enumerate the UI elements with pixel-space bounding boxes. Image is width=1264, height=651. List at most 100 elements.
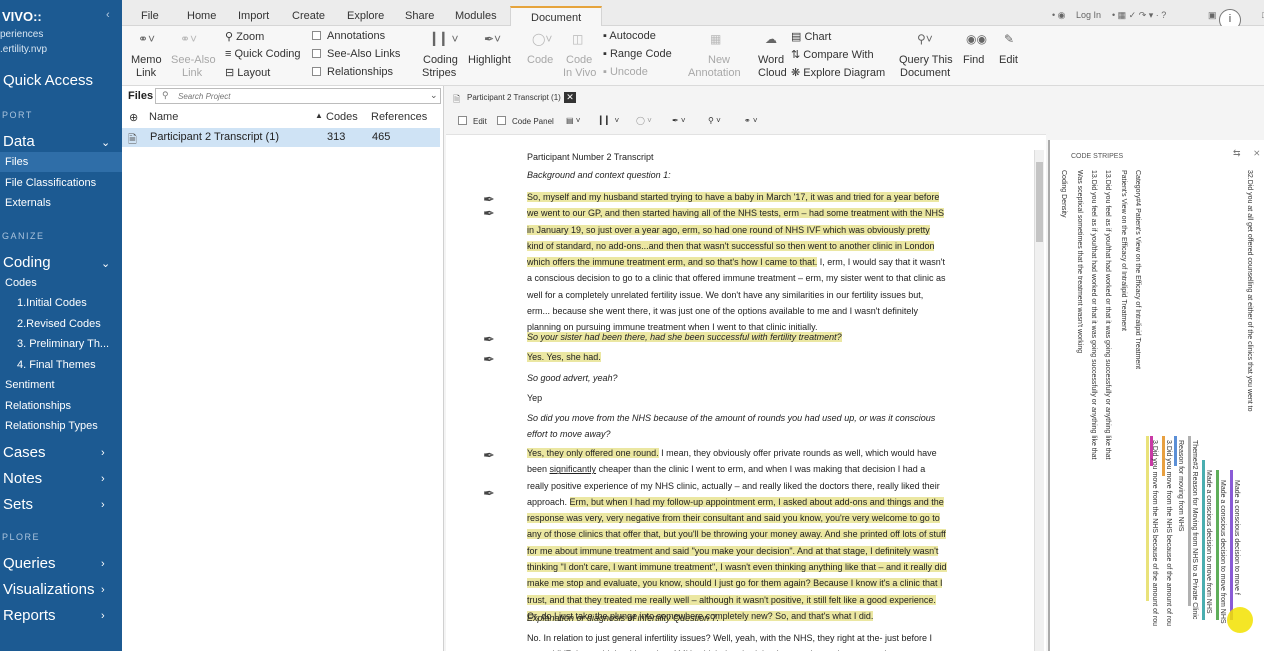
find-button[interactable]: Find — [963, 54, 984, 66]
search-box[interactable]: ⚲ ⌄ — [155, 88, 441, 104]
close-icon[interactable]: ✕ — [564, 92, 576, 103]
chart-button[interactable]: ▤ Chart — [791, 30, 831, 43]
see-also-link-icon[interactable]: ⚭˅ — [180, 32, 197, 46]
word-cloud-button-line2[interactable]: Cloud — [758, 67, 787, 79]
document-view[interactable]: Participant Number 2 Transcript Backgrou… — [446, 134, 1046, 651]
column-references[interactable]: References — [371, 111, 427, 123]
nav-relationship-types[interactable]: Relationship Types — [5, 420, 98, 432]
chevron-right-icon[interactable]: › — [101, 499, 105, 511]
scrollbar-thumb[interactable] — [1036, 162, 1043, 242]
chevron-down-icon[interactable]: ⌄ — [101, 136, 110, 149]
code-stripe-label[interactable]: 3.Did you move from the NHS because of t… — [1151, 440, 1158, 626]
collapse-sidebar-icon[interactable]: ‹ — [106, 9, 110, 21]
new-annotation-icon[interactable]: ▦ — [710, 32, 721, 46]
code-in-vivo-button-line2[interactable]: In Vivo — [563, 67, 596, 79]
nav-sentiment[interactable]: Sentiment — [5, 379, 55, 391]
code-icon[interactable]: ◯˅ — [532, 32, 552, 46]
coding-stripes-icon[interactable]: ▎▎˅ — [433, 32, 458, 46]
chevron-right-icon[interactable]: › — [101, 558, 105, 570]
tab-document[interactable]: Document — [510, 6, 603, 27]
sort-up-icon[interactable]: ▲ — [315, 111, 323, 120]
checkbox[interactable] — [497, 116, 506, 125]
highlighter-icon[interactable]: ✒˅ — [484, 32, 501, 46]
see-also-link-button[interactable]: See-Also — [171, 54, 216, 66]
tab-import[interactable]: Import — [238, 10, 269, 22]
list-icon[interactable]: ▤ ˅ — [566, 116, 580, 125]
code-stripe-label[interactable]: Theme#2 Reason for Moving from NHS to a … — [1191, 440, 1198, 619]
chevron-right-icon[interactable]: › — [101, 447, 105, 459]
nav-queries[interactable]: Queries — [3, 555, 56, 572]
search-input[interactable] — [178, 90, 418, 102]
link-icon[interactable]: ⚭ ˅ — [744, 116, 758, 125]
tab-share[interactable]: Share — [405, 10, 434, 22]
edit-button[interactable]: Edit — [999, 54, 1018, 66]
memo-link-button-line2[interactable]: Link — [136, 67, 156, 79]
code-stripe-label[interactable]: Category#4 Patient's View on the Efficac… — [1134, 170, 1141, 369]
code-stripe-label[interactable]: Was sceptical sometimes that the treatme… — [1076, 170, 1083, 353]
quick-access[interactable]: Quick Access — [3, 72, 93, 89]
chevron-right-icon[interactable]: › — [101, 610, 105, 622]
chevron-right-icon[interactable]: › — [101, 473, 105, 485]
annotation-marker-icon[interactable]: ✒ — [483, 447, 495, 464]
nav-code-set[interactable]: 3. Preliminary Th... — [17, 338, 109, 350]
coding-stripe[interactable] — [1146, 436, 1149, 601]
query-icon[interactable]: ⚲˅ — [917, 32, 933, 46]
highlighter-icon[interactable]: ✒ ˅ — [672, 116, 686, 125]
column-codes[interactable]: Codes — [326, 111, 358, 123]
globe-icon[interactable]: • ◉ — [1052, 10, 1066, 21]
nav-cases[interactable]: Cases — [3, 444, 46, 461]
tab-modules[interactable]: Modules — [455, 10, 497, 22]
range-code-button[interactable]: ▪ Range Code — [603, 48, 672, 60]
coding-stripes-button-line2[interactable]: Stripes — [422, 67, 456, 79]
annotation-marker-icon[interactable]: ✒ — [483, 205, 495, 222]
see-also-link-button-line2[interactable]: Link — [182, 67, 202, 79]
checkbox[interactable] — [312, 67, 321, 76]
document-tab[interactable]: 🗎 Participant 2 Transcript (1) ✕ — [448, 88, 1260, 106]
query-this-document-button[interactable]: Query This — [899, 54, 953, 66]
code-stripe-label[interactable]: Patient's View on the Efficacy of Intral… — [1120, 170, 1127, 331]
annotation-marker-icon[interactable]: ✒ — [483, 331, 495, 348]
checkbox[interactable] — [312, 49, 321, 58]
code-stripe-label[interactable]: Reason for moving from NHS — [1177, 440, 1184, 531]
nav-code-set[interactable]: 1.Initial Codes — [17, 297, 87, 309]
new-annotation-button-line2[interactable]: Annotation — [688, 67, 741, 79]
pencil-icon[interactable]: ✎ — [1004, 32, 1014, 46]
chevron-down-icon[interactable]: ⌄ — [430, 90, 438, 101]
memo-link-icon[interactable]: ⚭˅ — [138, 32, 155, 46]
autocode-button[interactable]: ▪ Autocode — [603, 30, 656, 42]
relationships-toggle[interactable]: Relationships — [312, 66, 393, 78]
checkbox[interactable] — [312, 31, 321, 40]
code-stripe-label[interactable]: Made a conscious decision to move from N… — [1219, 480, 1226, 624]
code-stripe-label[interactable]: 13.Did you feel as if you/that had worke… — [1090, 170, 1097, 460]
column-name[interactable]: Name — [149, 111, 178, 123]
code-stripe-label[interactable]: 3.Did you move from the NHS because of t… — [1165, 440, 1172, 626]
chevron-right-icon[interactable]: › — [101, 584, 105, 596]
tab-home[interactable]: Home — [187, 10, 216, 22]
memo-link-button[interactable]: Memo — [131, 54, 162, 66]
nav-visualizations[interactable]: Visualizations — [3, 581, 94, 598]
edit-toggle[interactable]: Edit — [458, 116, 487, 126]
annotation-marker-icon[interactable]: ✒ — [483, 351, 495, 368]
annotations-toggle[interactable]: Annotations — [312, 30, 385, 42]
table-row[interactable]: 🗎 Participant 2 Transcript (1) 313 465 — [122, 128, 440, 147]
document-scrollbar[interactable] — [1034, 150, 1044, 651]
annotation-marker-icon[interactable]: ✒ — [483, 485, 495, 502]
pin-icon[interactable]: ⨯ — [1253, 148, 1261, 159]
coding-stripes-icon[interactable]: ▎▎ ˅ — [600, 116, 619, 125]
binoculars-icon[interactable]: ◉◉ — [966, 32, 987, 46]
tab-file[interactable]: File — [141, 10, 159, 22]
code-stripe-label[interactable]: 13.Did you feel as if you/that had worke… — [1104, 170, 1111, 460]
code-panel-toggle[interactable]: Code Panel — [497, 116, 554, 126]
zoom-icon[interactable]: ⚲ ˅ — [708, 116, 721, 125]
compare-with-button[interactable]: ⇅ Compare With — [791, 48, 874, 61]
nav-reports[interactable]: Reports — [3, 607, 56, 624]
nav-code-set[interactable]: 2.Revised Codes — [17, 318, 101, 330]
coding-stripes-button[interactable]: Coding — [423, 54, 458, 66]
expand-icon[interactable]: ⇆ — [1233, 148, 1241, 159]
code-button[interactable]: Code — [527, 54, 553, 66]
see-also-links-toggle[interactable]: See-Also Links — [312, 48, 400, 60]
toolbar-icons[interactable]: • ▦ ✓ ↷ ▾ · ? — [1112, 10, 1166, 21]
new-annotation-button[interactable]: New — [708, 54, 730, 66]
nav-file-classifications[interactable]: File Classifications — [5, 177, 96, 189]
tab-create[interactable]: Create — [292, 10, 325, 22]
